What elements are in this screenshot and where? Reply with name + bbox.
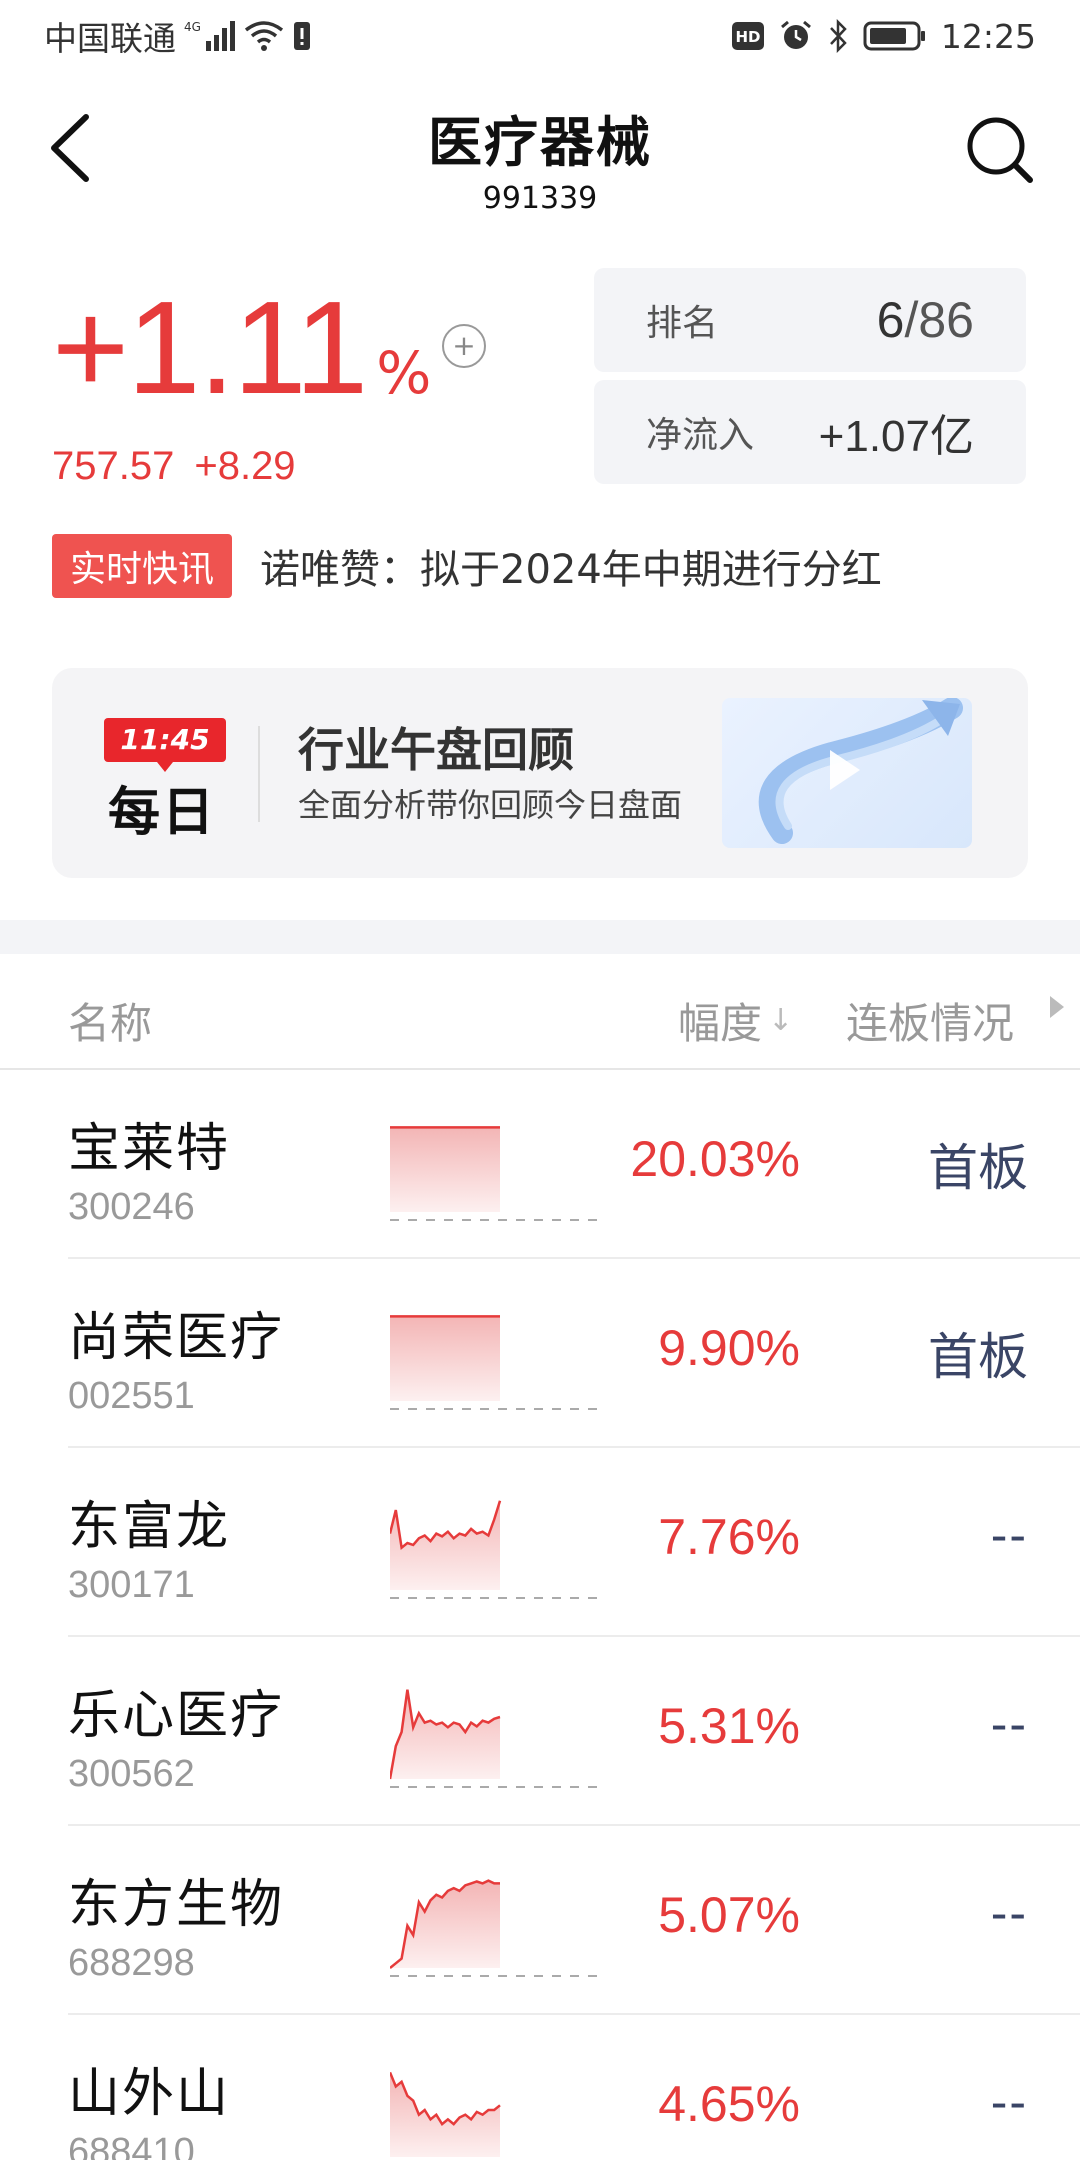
board-status: 首板 <box>928 1328 1028 1386</box>
stock-change: 7.76% <box>658 1509 800 1565</box>
table-row[interactable]: 东富龙 300171 7.76% -- <box>0 1448 1080 1637</box>
play-video-icon <box>758 698 963 844</box>
status-bar: 中国联通 4G HD 12:25 <box>0 0 1080 72</box>
table-row[interactable]: 尚荣医疗 002551 9.90% 首板 <box>0 1259 1080 1448</box>
bluetooth-icon <box>827 19 849 53</box>
stock-list: 宝莱特 300246 20.03% 首板 尚荣医疗 002551 9.90% 首… <box>0 1070 1080 2160</box>
rank-box[interactable]: 排名 6/86 <box>594 268 1026 372</box>
sparkline-area <box>390 1500 500 1590</box>
sparkline-chart <box>390 1315 602 1410</box>
search-button[interactable] <box>960 110 1040 190</box>
table-row[interactable]: 山外山 688410 4.65% -- <box>0 2015 1080 2160</box>
index-change-percent: +1.11 % <box>52 282 431 414</box>
stock-change: 5.31% <box>658 1698 800 1754</box>
logo-time: 11:45 <box>104 718 226 772</box>
column-change-label: 幅度 <box>678 999 763 1048</box>
scroll-right-icon[interactable] <box>1050 996 1064 1018</box>
status-right: HD 12:25 <box>731 17 1036 56</box>
column-name: 名称 <box>68 999 153 1048</box>
stock-name: 东富龙 <box>68 1497 231 1557</box>
sparkline-chart <box>390 1689 602 1788</box>
daily-logo: 11:45 每日 <box>104 718 234 843</box>
inflow-box[interactable]: 净流入 +1.07亿 <box>594 380 1026 484</box>
plus-icon: + <box>452 329 476 362</box>
carrier-label: 中国联通 <box>44 19 176 58</box>
sparkline-chart <box>390 1126 602 1221</box>
add-watchlist-button[interactable]: + <box>442 324 486 368</box>
inflow-value: +1.07亿 <box>818 412 974 461</box>
stock-name: 尚荣医疗 <box>68 1308 285 1368</box>
index-change-value: +8.29 <box>194 444 296 488</box>
promo-title: 行业午盘回顾 <box>298 723 574 777</box>
rank-total: /86 <box>904 292 974 348</box>
sort-down-icon: ↓ <box>768 1003 794 1038</box>
table-row[interactable]: 乐心医疗 300562 5.31% -- <box>0 1637 1080 1826</box>
sim-alert-icon <box>292 20 312 52</box>
signal-icon: 4G <box>184 19 236 53</box>
table-header: 名称 幅度 ↓ 连板情况 <box>0 954 1080 1070</box>
quote-block: +1.11 % + 757.57 +8.29 <box>52 282 486 489</box>
stock-change: 5.07% <box>658 1887 800 1943</box>
logo-text: 每日 <box>108 783 217 843</box>
hd-icon: HD <box>731 21 765 51</box>
promo-subtitle: 全面分析带你回顾今日盘面 <box>298 786 683 824</box>
stock-name: 山外山 <box>68 2064 231 2124</box>
stock-code: 688298 <box>68 1942 195 1984</box>
battery-icon <box>863 20 927 52</box>
search-icon <box>967 117 1033 183</box>
stock-code: 300246 <box>68 1186 195 1228</box>
rank-value: 6/86 <box>877 291 974 349</box>
promo-card[interactable]: 11:45 每日 行业午盘回顾 全面分析带你回顾今日盘面 <box>52 668 1028 878</box>
page-title: 医疗器械 <box>428 111 652 174</box>
stock-code: 300171 <box>68 1564 195 1606</box>
rank-label: 排名 <box>646 303 719 344</box>
sparkline-area <box>390 1127 500 1212</box>
svg-text:4G: 4G <box>184 20 201 34</box>
sub-quote: 757.57 +8.29 <box>52 444 431 489</box>
clock-label: 12:25 <box>940 16 1036 56</box>
news-ticker[interactable]: 实时快讯 诺唯赞：拟于2024年中期进行分红 <box>52 534 882 598</box>
inflow-label: 净流入 <box>646 415 755 456</box>
stock-code: 002551 <box>68 1375 195 1417</box>
news-headline[interactable]: 诺唯赞：拟于2024年中期进行分红 <box>260 537 882 595</box>
wifi-icon <box>244 20 284 52</box>
stock-code: 300562 <box>68 1753 195 1795</box>
news-badge: 实时快讯 <box>52 534 233 598</box>
board-status: 首板 <box>928 1139 1028 1197</box>
rank-number: 6 <box>876 292 905 348</box>
change-percent-value: +1.11 <box>52 274 368 421</box>
alarm-icon <box>779 19 813 53</box>
stock-code: 688410 <box>68 2131 195 2160</box>
change-percent-sign: % <box>376 339 432 407</box>
svg-text:HD: HD <box>735 28 760 46</box>
section-separator <box>0 920 1080 954</box>
table-row[interactable]: 东方生物 688298 5.07% -- <box>0 1826 1080 2015</box>
stock-change: 4.65% <box>658 2076 800 2132</box>
stock-name: 乐心医疗 <box>68 1686 285 1746</box>
stock-name: 宝莱特 <box>68 1119 231 1179</box>
board-status: -- <box>990 2074 1028 2130</box>
status-left: 中国联通 4G <box>44 12 312 60</box>
stock-change: 20.03% <box>630 1131 800 1187</box>
sparkline-area <box>390 1316 500 1401</box>
promo-video-thumbnail[interactable] <box>722 698 972 848</box>
board-status: -- <box>990 1696 1028 1752</box>
stock-name: 东方生物 <box>68 1875 285 1935</box>
sparkline-chart <box>390 1879 602 1977</box>
page-code: 991339 <box>482 181 598 216</box>
title-block: 医疗器械 991339 <box>0 98 1080 216</box>
stock-change: 9.90% <box>658 1320 800 1376</box>
sparkline-chart <box>390 1500 602 1599</box>
index-price: 757.57 <box>52 444 175 488</box>
table-row[interactable]: 宝莱特 300246 20.03% 首板 <box>0 1070 1080 1259</box>
promo-divider <box>258 726 260 822</box>
column-change-sort[interactable]: 幅度 ↓ <box>678 990 793 1051</box>
header: 医疗器械 991339 <box>0 80 1080 220</box>
board-status: -- <box>990 1885 1028 1941</box>
column-boards[interactable]: 连板情况 <box>846 990 1014 1051</box>
board-status: -- <box>990 1507 1028 1563</box>
sparkline-chart <box>390 2071 501 2157</box>
